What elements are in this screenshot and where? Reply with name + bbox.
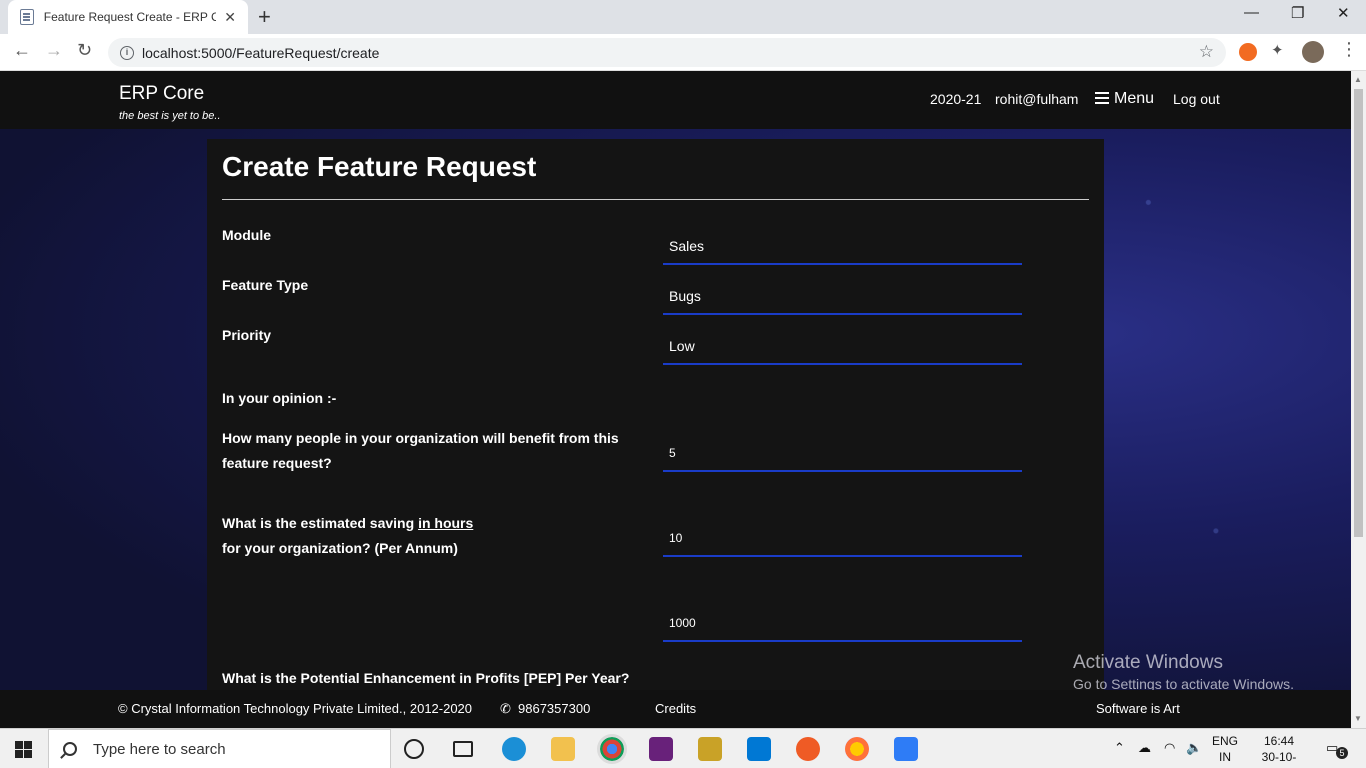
network-icon[interactable]: ◠ xyxy=(1164,740,1175,756)
footer-copyright: © Crystal Information Technology Private… xyxy=(118,701,473,716)
postman-icon[interactable] xyxy=(796,737,820,761)
window-close-icon[interactable]: ✕ xyxy=(1337,4,1350,22)
extensions-puzzle-icon[interactable]: ✦ xyxy=(1271,41,1289,59)
module-select[interactable]: Sales xyxy=(663,229,1022,265)
clock-time: 16:44 xyxy=(1263,734,1295,748)
tab-title: Feature Request Create - ERP Co xyxy=(43,10,217,24)
scrollbar-thumb[interactable] xyxy=(1354,89,1363,537)
footer-motto: Software is Art xyxy=(1096,701,1180,716)
browser-tabstrip: Feature Request Create - ERP Co ✕ + — ❐ … xyxy=(0,0,1366,34)
cortana-icon[interactable] xyxy=(404,739,424,759)
edge-icon[interactable] xyxy=(502,737,526,761)
scroll-up-icon[interactable]: ▲ xyxy=(1354,75,1362,84)
site-header: ERP Core the best is yet to be.. 2020-21… xyxy=(0,71,1351,129)
restore-icon[interactable]: ❐ xyxy=(1291,4,1304,22)
page-viewport: ERP Core the best is yet to be.. 2020-21… xyxy=(0,71,1351,728)
todo-icon[interactable] xyxy=(894,737,918,761)
search-icon xyxy=(63,742,77,756)
people-benefit-label-line2: feature request? xyxy=(222,455,332,471)
pep-input[interactable]: 1000 xyxy=(663,606,1022,642)
address-url[interactable]: localhost:5000/FeatureRequest/create xyxy=(142,45,379,61)
feature-type-label: Feature Type xyxy=(222,277,309,293)
tab-close-icon[interactable]: ✕ xyxy=(224,9,236,26)
saving-hours-label-underline: in hours xyxy=(418,515,474,531)
vscode-icon[interactable] xyxy=(747,737,771,761)
page-scrollbar[interactable]: ▲ ▼ xyxy=(1351,71,1366,728)
people-benefit-label: How many people in your organization wil… xyxy=(222,426,619,476)
scroll-down-icon[interactable]: ▼ xyxy=(1354,714,1362,723)
firefox-icon[interactable] xyxy=(845,737,869,761)
file-explorer-icon[interactable] xyxy=(551,737,575,761)
people-benefit-input[interactable]: 5 xyxy=(663,436,1022,472)
hamburger-icon xyxy=(1095,92,1109,104)
taskbar-search-placeholder: Type here to search xyxy=(93,740,226,758)
page-favicon-icon xyxy=(20,9,34,25)
bookmark-star-icon[interactable]: ☆ xyxy=(1199,42,1214,62)
financial-year[interactable]: 2020-21 xyxy=(930,91,981,107)
title-divider xyxy=(222,199,1089,200)
language-code: ENG xyxy=(1212,734,1239,748)
logout-link[interactable]: Log out xyxy=(1173,91,1220,107)
new-tab-button[interactable]: + xyxy=(258,4,271,30)
site-info-icon[interactable]: i xyxy=(120,45,134,60)
notification-count-badge: 5 xyxy=(1336,747,1348,759)
phone-icon: ✆ xyxy=(500,701,511,716)
saving-hours-input[interactable]: 10 xyxy=(663,521,1022,557)
saving-hours-label-line2: for your organization? (Per Annum) xyxy=(222,540,458,556)
priority-label: Priority xyxy=(222,327,272,343)
priority-select[interactable]: Low xyxy=(663,329,1022,365)
user-name[interactable]: rohit@fulham xyxy=(995,91,1078,107)
saving-hours-label: What is the estimated saving in hours fo… xyxy=(222,511,473,561)
pep-label: What is the Potential Enhancement in Pro… xyxy=(222,670,630,686)
tray-expand-icon[interactable]: ⌃ xyxy=(1114,740,1125,756)
feature-request-form: Create Feature Request Module Sales Feat… xyxy=(207,139,1104,699)
people-benefit-label-line1: How many people in your organization wil… xyxy=(222,430,619,446)
clock[interactable]: 16:44 30-10-2020 xyxy=(1250,733,1308,768)
forward-icon[interactable]: → xyxy=(45,40,63,61)
footer-phone[interactable]: 9867357300 xyxy=(518,701,590,716)
page-title: Create Feature Request xyxy=(222,151,537,182)
task-view-icon[interactable] xyxy=(453,741,473,757)
module-label: Module xyxy=(222,227,271,243)
saving-hours-label-line1: What is the estimated saving xyxy=(222,515,415,531)
volume-icon[interactable]: 🔈 xyxy=(1186,740,1202,756)
back-icon[interactable]: ← xyxy=(13,40,31,61)
region-code: IN xyxy=(1219,750,1231,764)
activate-windows-title: Activate Windows xyxy=(1073,652,1223,673)
menu-label: Menu xyxy=(1114,90,1155,107)
brand-tagline: the best is yet to be.. xyxy=(119,110,221,122)
onedrive-icon[interactable]: ☁ xyxy=(1138,740,1151,756)
minimize-icon[interactable]: — xyxy=(1244,4,1259,21)
browser-menu-icon[interactable]: ⋮ xyxy=(1340,39,1358,60)
windows-taskbar: Type here to search ⌃ ☁ ◠ 🔈 ENG IN 16:44… xyxy=(0,728,1366,768)
browser-toolbar: ← → ↻ i localhost:5000/FeatureRequest/cr… xyxy=(0,34,1366,71)
taskbar-search[interactable]: Type here to search xyxy=(48,729,391,768)
feature-type-select[interactable]: Bugs xyxy=(663,279,1022,315)
clock-date: 30-10-2020 xyxy=(1261,750,1297,768)
database-tool-icon[interactable] xyxy=(698,737,722,761)
brand-title[interactable]: ERP Core xyxy=(119,83,204,105)
reload-icon[interactable]: ↻ xyxy=(77,40,92,61)
browser-tab[interactable]: Feature Request Create - ERP Co ✕ xyxy=(8,0,248,34)
language-indicator[interactable]: ENG IN xyxy=(1212,733,1238,765)
menu-button[interactable]: Menu xyxy=(1095,90,1154,108)
opinion-heading: In your opinion :- xyxy=(222,390,337,406)
visual-studio-icon[interactable] xyxy=(649,737,673,761)
site-footer: © Crystal Information Technology Private… xyxy=(0,690,1351,728)
extension-brave-icon[interactable] xyxy=(1239,43,1257,61)
address-bar[interactable]: i localhost:5000/FeatureRequest/create ☆ xyxy=(108,38,1226,67)
windows-start-icon[interactable] xyxy=(15,741,32,758)
footer-credits-link[interactable]: Credits xyxy=(655,701,696,716)
chrome-icon[interactable] xyxy=(597,734,627,764)
profile-avatar[interactable] xyxy=(1302,41,1324,63)
